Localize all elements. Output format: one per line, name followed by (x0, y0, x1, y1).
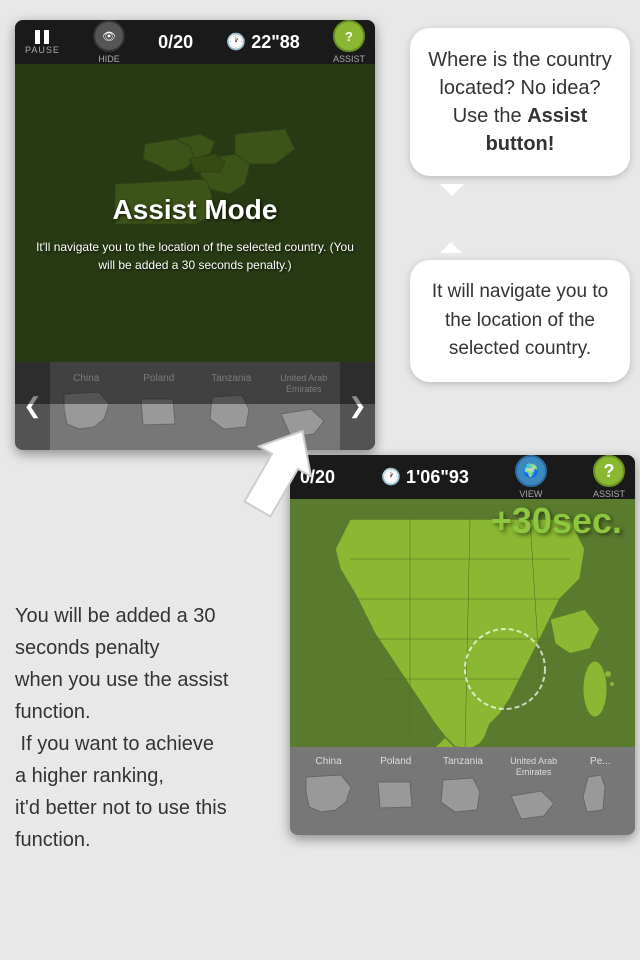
country-item-bottom[interactable]: Poland (367, 756, 425, 817)
hide-label: HIDE (98, 54, 120, 64)
bottom-timer: 🕐 1'06"93 (381, 467, 469, 488)
country-item-bottom[interactable]: Pe... (575, 756, 625, 817)
country-item-bottom[interactable]: China (300, 756, 358, 817)
clock-icon-bottom: 🕐 (381, 467, 401, 487)
instructions-text: You will be added a 30 seconds penalty w… (15, 600, 270, 856)
country-item-bottom[interactable]: United ArabEmirates (501, 756, 566, 827)
bottom-timer-value: 1'06"93 (406, 467, 469, 488)
instruction-line-5: If you want to achieve (15, 733, 214, 755)
instruction-line-1: You will be added a 30 (15, 605, 216, 627)
assist-mode-overlay: Assist Mode It'll navigate you to the lo… (15, 64, 375, 404)
assist-button-top[interactable]: ? ASSIST (333, 20, 365, 64)
score-display: 0/20 (158, 32, 193, 53)
country-item-bottom[interactable]: Tanzania (434, 756, 492, 817)
country-name-bottom: Pe... (590, 756, 611, 768)
top-toolbar: PAUSE 👁 HIDE 0/20 🕐 22"88 ? ASSIST (15, 20, 375, 64)
pause-button[interactable]: PAUSE (25, 30, 60, 55)
bottom-country-labels: China Poland Tanzania United ArabEmirate… (290, 756, 635, 827)
map-area-top: Assist Mode It'll navigate you to the lo… (15, 64, 375, 404)
country-name-bottom: United ArabEmirates (510, 756, 557, 778)
instruction-line-7: it'd better not to use this (15, 797, 227, 819)
instruction-line-3: when you use the assist (15, 669, 228, 691)
question-icon: ? (593, 455, 625, 487)
assist-mode-title: Assist Mode (113, 194, 278, 226)
assist-mode-desc: It'll navigate you to the location of th… (15, 238, 375, 274)
left-text-panel: You will be added a 30 seconds penalty w… (15, 600, 270, 856)
speech-bubble-top: Where is the country located? No idea? U… (410, 28, 630, 176)
view-label: VIEW (519, 489, 542, 499)
speech-bottom-text: It will navigate you to the location of … (432, 281, 608, 359)
assist-button-bottom[interactable]: ? ASSIST (593, 455, 625, 499)
pause-icon (35, 30, 49, 44)
instruction-line-8: function. (15, 829, 91, 851)
speech-bubble-bottom: It will navigate you to the location of … (410, 260, 630, 382)
instruction-line-6: a higher ranking, (15, 765, 164, 787)
hide-button[interactable]: 👁 HIDE (93, 20, 125, 64)
hide-icon: 👁 (93, 20, 125, 52)
pause-label: PAUSE (25, 45, 60, 55)
assist-label-bottom: ASSIST (593, 489, 625, 499)
view-button[interactable]: 🌍 VIEW (515, 455, 547, 499)
timer-value: 22"88 (251, 32, 300, 53)
instruction-line-4: function. (15, 701, 91, 723)
country-strip-bottom: China Poland Tanzania United ArabEmirate… (290, 747, 635, 835)
big-arrow (230, 420, 330, 520)
bottom-toolbar: 0/20 🕐 1'06"93 🌍 VIEW ? ASSIST (290, 455, 635, 499)
top-game-screen: PAUSE 👁 HIDE 0/20 🕐 22"88 ? ASSIST (15, 20, 375, 450)
assist-icon: ? (333, 20, 365, 52)
view-icon: 🌍 (515, 455, 547, 487)
clock-icon: 🕐 (226, 32, 246, 52)
instruction-line-2: seconds penalty (15, 637, 160, 659)
country-name-bottom: Poland (380, 756, 411, 768)
country-name-bottom: Tanzania (443, 756, 483, 768)
timer-display: 🕐 22"88 (226, 32, 300, 53)
country-name-bottom: China (316, 756, 342, 768)
assist-label: ASSIST (333, 54, 365, 64)
penalty-text: +30sec. (491, 500, 622, 542)
